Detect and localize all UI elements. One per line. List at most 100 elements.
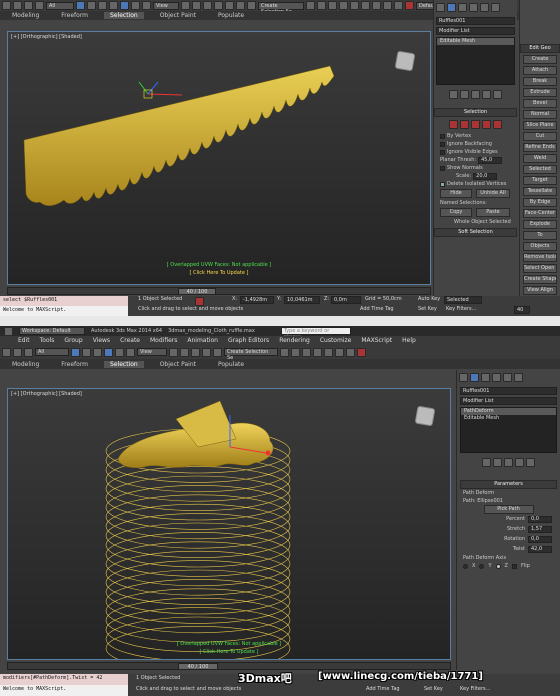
app-icon[interactable]: [4, 326, 13, 336]
snap-icon[interactable]: [180, 347, 189, 357]
click-to-update[interactable]: [ Click Here To Update ]: [8, 270, 430, 276]
workspace-select[interactable]: Workspace: Default: [19, 327, 85, 335]
reference-coord-select[interactable]: View: [153, 1, 179, 10]
polygon-mode-icon[interactable]: [482, 120, 491, 129]
object-name-field[interactable]: Ruffles001: [460, 387, 557, 395]
tab-object-paint[interactable]: Object Paint: [154, 361, 202, 368]
stack-item-pathdeform[interactable]: PathDeform: [461, 408, 556, 415]
align-icon[interactable]: [291, 347, 300, 357]
select-by-name-icon[interactable]: [82, 347, 91, 357]
edit-geometry-button[interactable]: Objects: [523, 242, 557, 251]
object-name-field[interactable]: Ruffles001: [436, 17, 515, 25]
edit-geometry-button[interactable]: By Edge: [523, 198, 557, 207]
edit-geometry-button[interactable]: Extrude: [523, 88, 557, 97]
axis-y-radio[interactable]: Y: [488, 562, 491, 570]
tab-modeling[interactable]: Modeling: [6, 361, 45, 368]
display-tab-icon[interactable]: [480, 3, 489, 12]
edit-geometry-button[interactable]: Tessellate: [523, 187, 557, 196]
select-by-name-icon[interactable]: [87, 1, 96, 10]
maxscript-listener-input[interactable]: modifiers[#PathDeform].Twist = 42: [0, 674, 128, 685]
parameters-rollout[interactable]: Parameters: [460, 480, 557, 489]
named-selection-input[interactable]: Create Selection Se: [258, 1, 304, 15]
select-object-icon[interactable]: [76, 1, 85, 10]
utilities-tab-icon[interactable]: [514, 373, 523, 382]
edit-geometry-button[interactable]: Attach: [523, 66, 557, 75]
pivot-icon[interactable]: [181, 1, 190, 10]
create-tab-icon[interactable]: [436, 3, 445, 12]
key-filter-select[interactable]: Selected: [444, 296, 482, 304]
tab-freeform[interactable]: Freeform: [55, 361, 94, 368]
time-slider-track[interactable]: 40 / 100: [7, 662, 451, 670]
add-time-tag[interactable]: Add Time Tag: [366, 686, 400, 692]
percent-snap-icon[interactable]: [202, 347, 211, 357]
unlink-icon[interactable]: [35, 1, 44, 10]
viewport-orthographic[interactable]: [+] [Orthographic] [Shaded] [ Overlapped…: [7, 388, 451, 660]
motion-tab-icon[interactable]: [469, 3, 478, 12]
tab-modeling[interactable]: Modeling: [6, 12, 45, 19]
move-icon[interactable]: [120, 1, 129, 10]
undo-icon[interactable]: [2, 347, 11, 357]
schematic-icon[interactable]: [324, 347, 333, 357]
ignore-backfacing-check[interactable]: Ignore Backfacing: [434, 140, 517, 148]
selection-filter[interactable]: All: [35, 348, 69, 356]
flip-check[interactable]: Flip: [521, 562, 530, 570]
modify-tab-icon[interactable]: [447, 3, 456, 12]
edit-geometry-button[interactable]: Bevel: [523, 99, 557, 108]
spinner-snap-icon[interactable]: [236, 1, 245, 10]
motion-tab-icon[interactable]: [492, 373, 501, 382]
show-end-result-icon[interactable]: [460, 90, 469, 99]
edit-geometry-button[interactable]: Face-Center: [523, 209, 557, 218]
modify-tab-icon[interactable]: [470, 373, 479, 382]
edit-geometry-button[interactable]: Target: [523, 176, 557, 185]
show-end-result-icon[interactable]: [493, 458, 502, 467]
axis-x-radio[interactable]: X: [472, 562, 475, 570]
menu-rendering[interactable]: Rendering: [279, 337, 310, 344]
mirror-icon[interactable]: [280, 347, 289, 357]
menu-tools[interactable]: Tools: [40, 337, 55, 344]
edit-geometry-button[interactable]: Remove Isolated: [523, 253, 557, 262]
display-tab-icon[interactable]: [503, 373, 512, 382]
rect-selection-icon[interactable]: [98, 1, 107, 10]
curve-editor-icon[interactable]: [313, 347, 322, 357]
menu-create[interactable]: Create: [120, 337, 140, 344]
angle-snap-icon[interactable]: [191, 347, 200, 357]
hierarchy-tab-icon[interactable]: [458, 3, 467, 12]
auto-key-button[interactable]: Auto Key: [418, 296, 440, 302]
percent-snap-icon[interactable]: [225, 1, 234, 10]
pin-stack-icon[interactable]: [449, 90, 458, 99]
rotate-icon[interactable]: [115, 347, 124, 357]
configure-sets-icon[interactable]: [493, 90, 502, 99]
configure-sets-icon[interactable]: [526, 458, 535, 467]
material-editor-icon[interactable]: [372, 1, 381, 10]
soft-selection-rollout[interactable]: Soft Selection: [434, 228, 517, 237]
x-coordinate[interactable]: -1,4928m: [240, 296, 274, 304]
ignore-visible-edges-check[interactable]: Ignore Visible Edges: [434, 148, 517, 156]
redo-icon[interactable]: [13, 1, 22, 10]
rotate-icon[interactable]: [131, 1, 140, 10]
show-normals-check[interactable]: Show Normals: [434, 164, 517, 172]
copy-button[interactable]: Copy: [440, 208, 472, 217]
window-crossing-icon[interactable]: [109, 1, 118, 10]
gizmo-handle[interactable]: [265, 450, 271, 456]
hide-button[interactable]: Hide: [440, 189, 472, 198]
unhide-all-button[interactable]: Unhide All: [476, 189, 510, 198]
make-unique-icon[interactable]: [504, 458, 513, 467]
rect-selection-icon[interactable]: [93, 347, 102, 357]
paste-button[interactable]: Paste: [476, 208, 510, 217]
edit-geometry-button[interactable]: View Align: [523, 286, 557, 295]
menu-animation[interactable]: Animation: [187, 337, 218, 344]
stack-item-editable-mesh[interactable]: Editable Mesh: [437, 38, 514, 45]
mirror-icon[interactable]: [306, 1, 315, 10]
spiral-path-and-ruffle[interactable]: [8, 389, 451, 660]
tab-freeform[interactable]: Freeform: [55, 12, 94, 19]
current-frame[interactable]: 40: [514, 306, 530, 314]
maxscript-listener-input[interactable]: select $Ruffles001: [0, 296, 128, 306]
maxscript-output[interactable]: Welcome to MAXScript.: [0, 685, 128, 696]
pin-stack-icon[interactable]: [482, 458, 491, 467]
edit-named-selection-icon[interactable]: [247, 1, 256, 10]
menu-edit[interactable]: Edit: [18, 337, 30, 344]
reference-coord-select[interactable]: View: [137, 348, 167, 356]
schematic-icon[interactable]: [361, 1, 370, 10]
edit-geometry-button[interactable]: Normal: [523, 110, 557, 119]
hierarchy-tab-icon[interactable]: [481, 373, 490, 382]
